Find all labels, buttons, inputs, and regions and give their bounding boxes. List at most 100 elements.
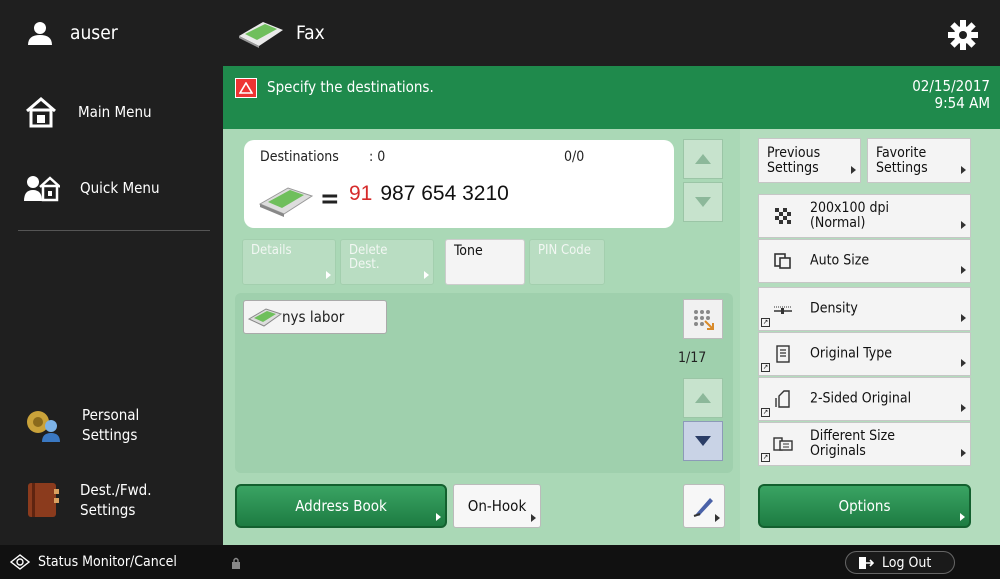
- original-type-icon: [776, 345, 790, 363]
- button-label: Favorite Settings: [876, 144, 928, 176]
- arrow-down-icon: [695, 197, 711, 207]
- sidebar-item-dest-fwd-settings[interactable]: Dest./Fwd. Settings: [0, 470, 223, 530]
- button-label: Details: [251, 243, 292, 258]
- sidebar-item-quick-menu[interactable]: Quick Menu: [0, 158, 223, 218]
- label-line: Dest./Fwd.: [80, 481, 152, 499]
- two-sided-original-button[interactable]: 2-Sided Original ↗: [758, 377, 971, 421]
- button-label: Address Book: [295, 497, 387, 515]
- status-message: Specify the destinations.: [267, 78, 434, 96]
- personal-settings-icon: [27, 411, 60, 442]
- density-button[interactable]: Density ↗: [758, 287, 971, 331]
- button-label: 2-Sided Original: [810, 390, 912, 407]
- address-book-button[interactable]: Address Book: [235, 484, 447, 528]
- scan-size-button[interactable]: Auto Size: [758, 239, 971, 283]
- sidebar-divider: [18, 230, 210, 231]
- list-item-label: nys labor: [282, 308, 345, 326]
- gear-icon[interactable]: [948, 20, 978, 50]
- settings-panel: Previous Settings Favorite Settings 200x10…: [740, 129, 1000, 545]
- label-line: Favorite: [876, 144, 927, 161]
- list-item[interactable]: nys labor: [243, 300, 387, 334]
- sidebar-item-label: Main Menu: [78, 103, 152, 121]
- status-monitor-label: Status Monitor/Cancel: [38, 554, 177, 570]
- user-name: auser: [70, 22, 118, 44]
- resolution-icon: [775, 208, 791, 224]
- logout-label: Log Out: [882, 554, 932, 571]
- favorite-settings-button[interactable]: Favorite Settings: [867, 138, 971, 183]
- corner-arrow-icon: [961, 359, 966, 367]
- corner-arrow-icon: [326, 271, 331, 279]
- arrow-up-icon: [695, 154, 711, 164]
- fax-icon: [239, 22, 283, 48]
- button-label: Density: [810, 300, 858, 317]
- two-sided-icon: [775, 390, 790, 408]
- button-label: On-Hook: [467, 497, 527, 515]
- corner-arrow-icon: [715, 514, 720, 522]
- button-label: Previous Settings: [767, 145, 820, 176]
- datetime: 02/15/2017 9:54 AM: [912, 78, 990, 112]
- delete-dest-button[interactable]: Delete Dest.: [340, 239, 434, 285]
- pin-code-button[interactable]: PIN Code: [529, 239, 605, 285]
- sidebar-item-label: Dest./Fwd. Settings: [80, 480, 152, 520]
- different-size-originals-button[interactable]: Different Size Originals ↗: [758, 422, 971, 466]
- previous-settings-button[interactable]: Previous Settings: [758, 138, 861, 183]
- shortcut-marker-icon: ↗: [761, 408, 770, 417]
- label-line: Originals: [810, 443, 866, 459]
- label-line: Settings: [82, 426, 138, 444]
- button-label: PIN Code: [538, 243, 591, 258]
- label-line: Settings: [876, 159, 928, 176]
- user-icon: [28, 22, 52, 45]
- density-icon: [774, 306, 792, 314]
- user-area[interactable]: auser: [0, 0, 223, 66]
- different-size-icon: [773, 437, 793, 451]
- shortcut-marker-icon: ↗: [761, 453, 770, 462]
- pen-icon: [693, 498, 713, 517]
- options-button[interactable]: Options: [758, 484, 971, 528]
- destination-card[interactable]: Destinations : 0 0/0 = 91 987 654 3210: [244, 140, 674, 228]
- edit-button[interactable]: [683, 484, 725, 528]
- corner-arrow-icon: [961, 404, 966, 412]
- destinations-count: : 0: [369, 149, 386, 165]
- button-label: Auto Size: [810, 252, 870, 269]
- page-title: Fax: [296, 22, 325, 44]
- label-line: Different Size: [810, 428, 896, 444]
- sidebar: auser Main Menu Quick Menu Personal Sett…: [0, 0, 223, 545]
- on-hook-button[interactable]: On-Hook: [453, 484, 541, 528]
- sidebar-item-personal-settings[interactable]: Personal Settings: [0, 395, 223, 455]
- select-dest-button[interactable]: [683, 299, 723, 339]
- time: 9:54 AM: [934, 94, 990, 112]
- corner-arrow-icon: [961, 314, 966, 322]
- label-line: (Normal): [810, 215, 866, 231]
- corner-arrow-icon: [961, 449, 966, 457]
- sidebar-item-main-menu[interactable]: Main Menu: [0, 82, 223, 142]
- arrow-down-icon: [695, 436, 711, 446]
- status-monitor-button[interactable]: Status Monitor/Cancel: [10, 554, 177, 570]
- tone-button[interactable]: Tone: [445, 239, 525, 285]
- page-indicator: 1/17: [678, 350, 707, 366]
- header: Fax: [223, 0, 1000, 66]
- list-scroll-up-button[interactable]: [683, 378, 723, 418]
- fax-number: 91 987 654 3210: [349, 182, 509, 206]
- original-type-button[interactable]: Original Type ↗: [758, 332, 971, 376]
- address-book-icon: [28, 483, 59, 517]
- logout-icon: [859, 556, 874, 569]
- logout-button[interactable]: Log Out: [845, 551, 955, 574]
- number-body: 987 654 3210: [380, 182, 509, 205]
- details-button[interactable]: Details: [242, 239, 336, 285]
- status-bar: Status Monitor/Cancel Log Out: [0, 545, 1000, 579]
- status-monitor-icon: [10, 554, 30, 570]
- corner-arrow-icon: [961, 166, 966, 174]
- quick-menu-icon: [24, 176, 60, 202]
- fax-icon: [248, 308, 282, 327]
- sidebar-item-label: Personal Settings: [82, 405, 139, 445]
- label-line: 200x100 dpi: [810, 200, 890, 216]
- message-bar: Specify the destinations. 02/15/2017 9:5…: [223, 66, 1000, 129]
- corner-arrow-icon: [961, 266, 966, 274]
- dest-scroll-up-button[interactable]: [683, 139, 723, 179]
- corner-arrow-icon: [960, 513, 965, 521]
- warning-icon: [235, 78, 257, 98]
- shortcut-marker-icon: ↗: [761, 318, 770, 327]
- dest-scroll-down-button[interactable]: [683, 182, 723, 222]
- list-scroll-down-button[interactable]: [683, 421, 723, 461]
- arrow-up-icon: [695, 393, 711, 403]
- resolution-button[interactable]: 200x100 dpi (Normal): [758, 194, 971, 238]
